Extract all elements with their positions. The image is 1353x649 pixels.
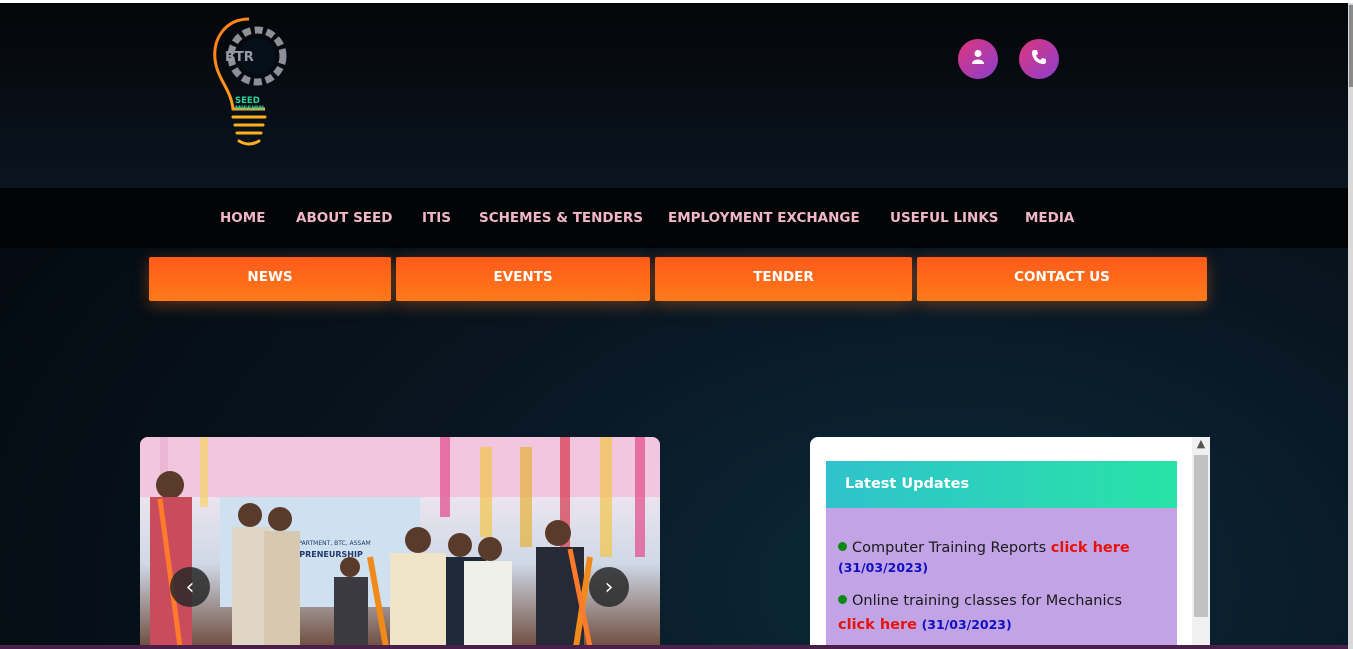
user-icon xyxy=(971,49,985,70)
events-button[interactable]: EVENTS xyxy=(396,257,650,301)
updates-scrollbar[interactable]: ▲ xyxy=(1192,437,1210,649)
btr-seed-mission-logo[interactable]: BTR SEED MISSION xyxy=(205,13,295,153)
bullet-icon xyxy=(838,595,847,604)
update-link[interactable]: click here xyxy=(838,617,917,633)
call-button[interactable] xyxy=(1019,39,1059,79)
svg-text:MISSION: MISSION xyxy=(235,105,264,112)
scroll-thumb[interactable] xyxy=(1194,455,1208,617)
carousel-slide-image: DEPARTMENT, BTC, ASSAM ENTREPRENEURSHIP xyxy=(140,437,660,649)
bottom-bar xyxy=(0,645,1348,649)
site-header: BTR SEED MISSION xyxy=(0,3,1348,188)
list-item: Computer Training Reports click here (31… xyxy=(838,536,1168,575)
nav-about-seed[interactable]: ABOUT SEED xyxy=(296,210,392,226)
update-date: (31/03/2023) xyxy=(838,560,929,575)
nav-employment-exchange[interactable]: EMPLOYMENT EXCHANGE xyxy=(668,210,860,226)
news-button[interactable]: NEWS xyxy=(149,257,391,301)
nav-useful-links[interactable]: USEFUL LINKS xyxy=(890,210,999,226)
tender-button[interactable]: TENDER xyxy=(655,257,912,301)
latest-updates-title: Latest Updates xyxy=(826,461,1177,508)
nav-home[interactable]: HOME xyxy=(220,210,265,226)
scroll-up-icon[interactable]: ▲ xyxy=(1192,437,1210,453)
page-scroll-thumb[interactable] xyxy=(1349,5,1353,87)
latest-updates-list: Computer Training Reports click here (31… xyxy=(826,508,1177,649)
nav-itis[interactable]: ITIS xyxy=(422,210,451,226)
login-button[interactable] xyxy=(958,39,998,79)
latest-updates-panel: Latest Updates Computer Training Reports… xyxy=(810,437,1210,649)
phone-icon xyxy=(1031,49,1047,70)
svg-text:BTR: BTR xyxy=(225,50,254,65)
list-item: Online training classes for Mechanics cl… xyxy=(838,593,1123,633)
photo-carousel[interactable]: DEPARTMENT, BTC, ASSAM ENTREPRENEURSHIP … xyxy=(140,437,660,649)
update-date: (31/03/2023) xyxy=(921,617,1012,632)
svg-text:DEPARTMENT, BTC, ASSAM: DEPARTMENT, BTC, ASSAM xyxy=(290,540,371,547)
carousel-next-button[interactable]: › xyxy=(589,567,629,607)
carousel-prev-button[interactable]: ‹ xyxy=(170,567,210,607)
bullet-icon xyxy=(838,542,847,551)
update-link[interactable]: click here xyxy=(1051,540,1130,556)
nav-media[interactable]: MEDIA xyxy=(1025,210,1074,226)
main-nav: HOME ABOUT SEED ITIS SCHEMES & TENDERS E… xyxy=(0,188,1348,248)
page-scrollbar[interactable] xyxy=(1348,3,1353,649)
nav-schemes-tenders[interactable]: SCHEMES & TENDERS xyxy=(479,210,643,226)
chevron-left-icon: ‹ xyxy=(185,574,195,600)
contact-us-button[interactable]: CONTACT US xyxy=(917,257,1207,301)
chevron-right-icon: › xyxy=(604,574,614,600)
